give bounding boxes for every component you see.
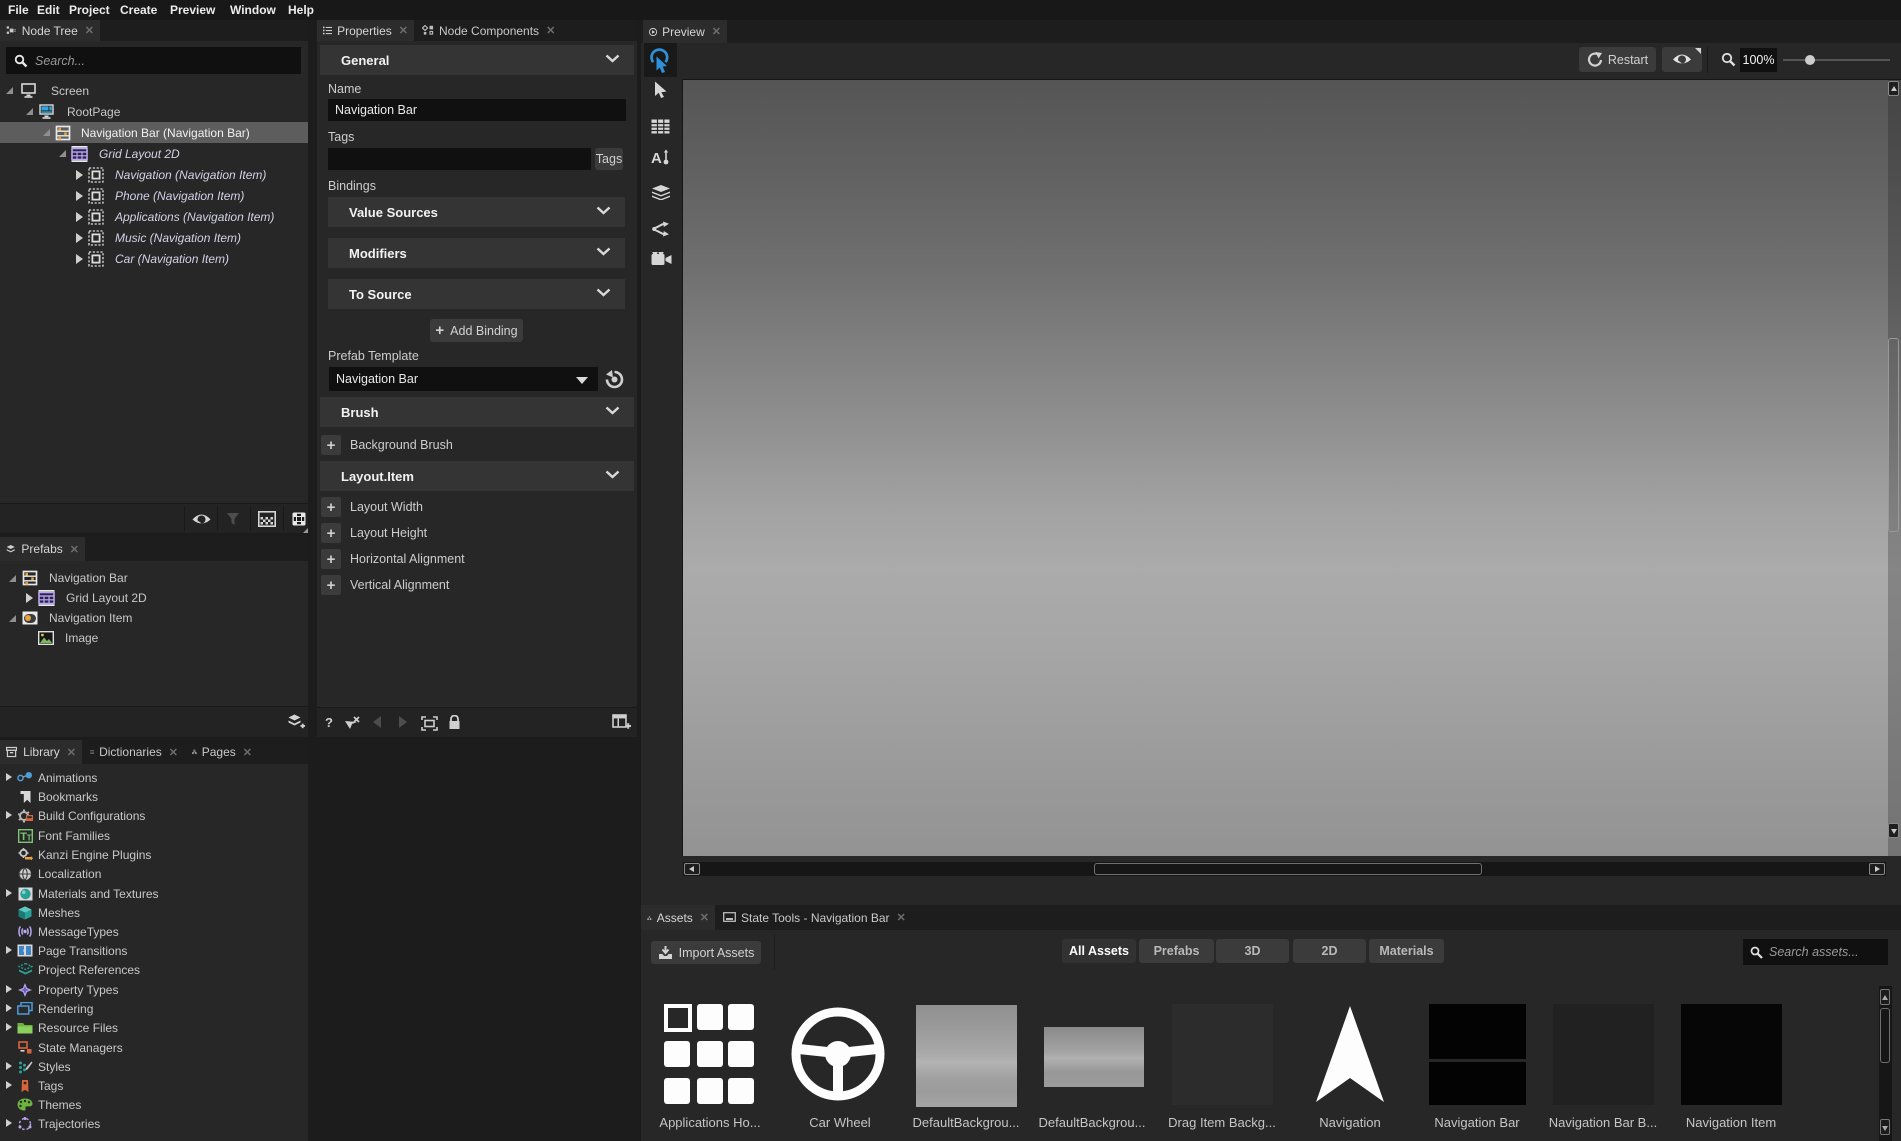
svg-text:A: A (651, 150, 662, 167)
svg-text:T: T (26, 833, 31, 842)
